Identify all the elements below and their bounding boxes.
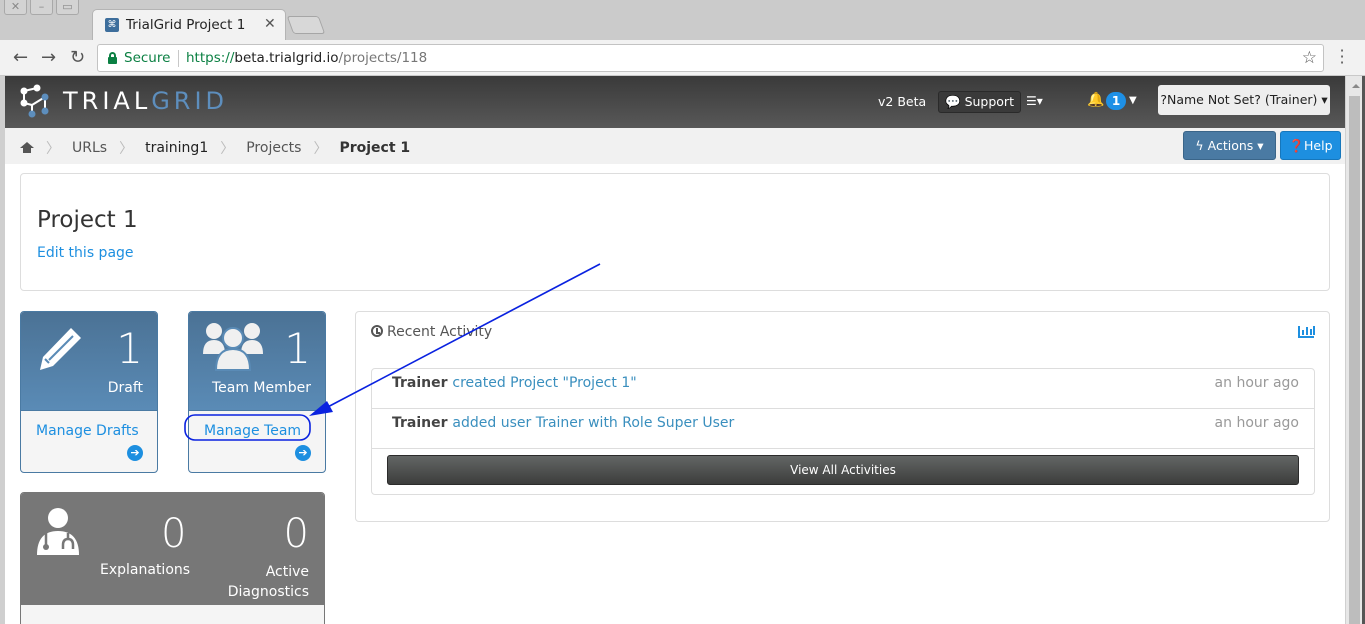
drafts-card: 1 Draft Manage Drafts ➔ (20, 311, 158, 473)
activity-description-link[interactable]: created Project "Project 1" (452, 375, 636, 391)
new-tab-button[interactable] (286, 16, 326, 34)
lock-icon (108, 52, 117, 64)
support-button[interactable]: 💬 Support (938, 91, 1021, 113)
window-minimize-button[interactable]: – (30, 0, 53, 15)
user-menu-button[interactable]: ?Name Not Set? (Trainer) ▾ (1158, 85, 1330, 115)
activity-user: Trainer (392, 415, 448, 431)
breadcrumb-separator-icon: 〉 (119, 141, 134, 157)
arrow-circle-right-icon[interactable]: ➔ (295, 445, 311, 461)
top-navbar: TRIALGRID v2 Beta 💬 Support ☰▾ 🔔 1 ▼ ?Na… (5, 76, 1345, 128)
breadcrumb-bar: 〉 URLs 〉 training1 〉 Projects 〉 Project … (5, 128, 1345, 164)
bolt-icon: ϟ (1195, 138, 1204, 153)
back-arrow-icon[interactable]: ← (13, 47, 28, 68)
bell-icon[interactable]: 🔔 (1087, 92, 1104, 108)
list-menu-icon[interactable]: ☰▾ (1026, 94, 1043, 108)
help-button[interactable]: ❓Help (1280, 131, 1341, 160)
breadcrumb-separator-icon: 〉 (313, 141, 328, 157)
tab-title: TrialGrid Project 1 (126, 17, 246, 33)
url-text[interactable]: https://beta.trialgrid.io/projects/118 (186, 50, 427, 66)
notification-count-badge[interactable]: 1 (1106, 92, 1126, 110)
activity-description-link[interactable]: added user Trainer with Role Super User (452, 415, 734, 431)
browser-toolbar: ← → ↻ Secure https://beta.trialgrid.io/p… (0, 40, 1365, 76)
question-circle-icon: ❓ (1288, 138, 1305, 153)
breadcrumb-current-project: Project 1 (339, 140, 411, 156)
breadcrumb-separator-icon: 〉 (46, 141, 60, 157)
browser-titlebar: ✕ – ▭ ⌘ TrialGrid Project 1 ✕ (0, 0, 1365, 40)
page-content: TRIALGRID v2 Beta 💬 Support ☰▾ 🔔 1 ▼ ?Na… (5, 76, 1345, 624)
active-diagnostics-count: 0 (283, 511, 309, 557)
activity-user: Trainer (392, 375, 448, 391)
page-title: Project 1 (37, 207, 138, 233)
team-count: 1 (284, 324, 311, 373)
view-all-activities-button[interactable]: View All Activities (387, 455, 1299, 485)
version-beta-label[interactable]: v2 Beta (878, 94, 926, 109)
breadcrumb: 〉 URLs 〉 training1 〉 Projects 〉 Project … (20, 138, 410, 158)
window-maximize-button[interactable]: ▭ (56, 0, 79, 15)
activity-time: an hour ago (1214, 415, 1299, 431)
user-doctor-icon (37, 508, 79, 555)
breadcrumb-urls[interactable]: URLs (72, 140, 107, 156)
omnibox-divider (178, 50, 179, 67)
scroll-up-arrow-icon[interactable] (1352, 84, 1360, 88)
activity-item: Trainer created Project "Project 1" an h… (372, 369, 1314, 409)
project-header-panel: Project 1 Edit this page (20, 173, 1330, 291)
edit-page-link[interactable]: Edit this page (37, 245, 134, 261)
manage-team-link[interactable]: Manage Team (204, 423, 301, 439)
trialgrid-logo-icon[interactable] (19, 83, 53, 119)
recent-activity-panel: Recent Activity Trainer created Project … (355, 311, 1330, 522)
diagnostics-card: 0 Explanations 0 Active Diagnostics (20, 492, 325, 624)
address-bar[interactable]: Secure https://beta.trialgrid.io/project… (97, 44, 1324, 72)
actions-button[interactable]: ϟ Actions ▾ (1183, 131, 1276, 160)
reload-icon[interactable]: ↻ (70, 47, 85, 68)
browser-menu-icon[interactable]: · · · (1337, 43, 1347, 71)
manage-drafts-link[interactable]: Manage Drafts (36, 423, 139, 439)
breadcrumb-separator-icon: 〉 (220, 141, 235, 157)
trialgrid-logo-text[interactable]: TRIALGRID (63, 87, 228, 115)
activity-item: Trainer added user Trainer with Role Sup… (372, 409, 1314, 449)
page-scrollbar[interactable] (1345, 76, 1365, 624)
activity-list: Trainer created Project "Project 1" an h… (371, 368, 1315, 495)
active-diagnostics-label: Active Diagnostics (227, 564, 309, 600)
home-icon[interactable] (20, 142, 34, 154)
browser-tab[interactable]: ⌘ TrialGrid Project 1 ✕ (92, 9, 286, 40)
tab-close-icon[interactable]: ✕ (264, 16, 276, 32)
comments-icon: 💬 (945, 94, 961, 109)
secure-label: Secure (124, 50, 171, 66)
activity-time: an hour ago (1214, 375, 1299, 391)
notifications-caret-icon[interactable]: ▼ (1129, 95, 1137, 106)
drafts-label: Draft (107, 380, 143, 396)
team-card: 1 Team Member Manage Team ➔ (188, 311, 326, 473)
recent-activity-heading: Recent Activity (371, 324, 492, 340)
users-icon (203, 323, 263, 371)
trialgrid-favicon-icon: ⌘ (105, 18, 119, 32)
explanations-count: 0 (161, 511, 187, 557)
bar-chart-icon[interactable] (1298, 326, 1315, 338)
breadcrumb-training1[interactable]: training1 (145, 140, 208, 156)
bookmark-star-icon[interactable]: ☆ (1302, 48, 1317, 68)
arrow-circle-right-icon[interactable]: ➔ (127, 445, 143, 461)
window-close-button[interactable]: ✕ (4, 0, 27, 15)
drafts-count: 1 (116, 324, 143, 373)
breadcrumb-projects[interactable]: Projects (246, 140, 301, 156)
scrollbar-thumb[interactable] (1349, 96, 1360, 624)
explanations-label: Explanations (100, 562, 191, 578)
team-label: Team Member (211, 380, 311, 396)
forward-arrow-icon[interactable]: → (41, 47, 56, 68)
pencil-icon (40, 328, 81, 370)
clock-icon (371, 325, 383, 337)
